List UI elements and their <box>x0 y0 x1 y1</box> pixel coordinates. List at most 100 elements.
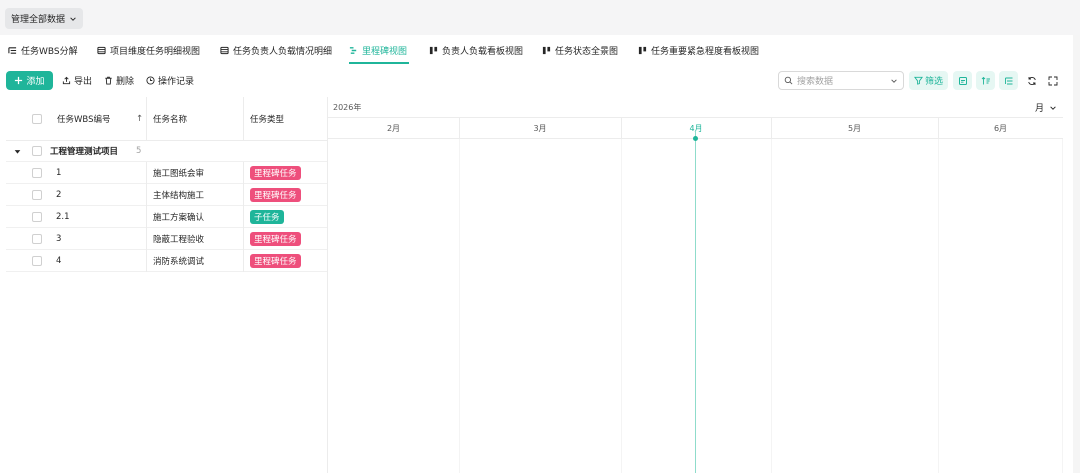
scale-select[interactable]: 月 <box>1035 100 1057 115</box>
plus-icon <box>15 76 23 85</box>
table-row[interactable]: 4 消防系统调试 里程碑任务 <box>6 250 327 272</box>
gridline <box>938 139 939 473</box>
divider <box>938 118 939 139</box>
select-all-checkbox[interactable] <box>32 113 42 124</box>
cell-wbs: 3 <box>56 233 62 244</box>
data-scope-select[interactable]: 管理全部数据 <box>5 8 84 29</box>
col-header-name[interactable]: 任务名称 <box>153 97 187 140</box>
tab-milestone[interactable]: 里程碑视图 <box>349 35 410 65</box>
top-bar: 管理全部数据 <box>0 0 1080 35</box>
toolbar: 添加 导出 删除 操作记录 搜索数据 筛选 <box>0 65 1080 97</box>
filter-icon <box>913 76 923 85</box>
gridline <box>459 139 460 473</box>
tab-project-detail[interactable]: 项目维度任务明细视图 <box>97 35 200 65</box>
row-checkbox[interactable] <box>32 211 42 222</box>
delete-button[interactable]: 删除 <box>104 71 134 90</box>
tab-label: 项目维度任务明细视图 <box>110 46 201 57</box>
group-count: 5 <box>136 146 142 156</box>
group-checkbox[interactable] <box>32 146 42 156</box>
refresh-button[interactable] <box>1022 71 1041 90</box>
add-button[interactable]: 添加 <box>6 71 53 90</box>
cell-name: 施工方案确认 <box>153 212 205 223</box>
filter-button[interactable]: 筛选 <box>909 71 948 90</box>
gantt-timeline: 2026年 月 2月 3月 4月 5月 6月 <box>328 97 1063 473</box>
tab-label: 任务WBS分解 <box>21 46 78 57</box>
vertical-scrollbar[interactable] <box>1073 35 1080 473</box>
row-checkbox[interactable] <box>32 189 42 200</box>
cell-name: 消防系统调试 <box>153 256 205 267</box>
group-row[interactable]: 工程管理测试项目 5 <box>6 141 327 162</box>
table-row[interactable]: 2 主体结构施工 里程碑任务 <box>6 184 327 206</box>
col-header-type[interactable]: 任务类型 <box>250 97 284 140</box>
col-header-wbs[interactable]: 任务WBS编号 <box>57 97 110 140</box>
history-label: 操作记录 <box>158 77 195 87</box>
table-row[interactable]: 3 隐蔽工程验收 里程碑任务 <box>6 228 327 250</box>
export-button[interactable]: 导出 <box>62 71 92 90</box>
group-button[interactable] <box>999 71 1018 90</box>
divider <box>771 118 772 139</box>
divider <box>243 162 244 272</box>
divider <box>621 118 622 139</box>
chevron-down-icon[interactable] <box>890 77 898 85</box>
tree-list-icon <box>8 46 17 54</box>
row-checkbox[interactable] <box>32 167 42 178</box>
fullscreen-icon <box>1048 76 1057 85</box>
gridline <box>771 139 772 473</box>
month-label: 5月 <box>847 124 862 133</box>
scale-label: 月 <box>1034 104 1044 114</box>
month-label: 3月 <box>533 124 547 133</box>
type-tag: 里程碑任务 <box>250 165 301 180</box>
tab-wbs[interactable]: 任务WBS分解 <box>8 35 78 65</box>
table-icon <box>220 46 229 54</box>
note-button[interactable] <box>953 71 972 90</box>
filter-label: 筛选 <box>924 77 943 87</box>
tab-owner-load[interactable]: 任务负责人负载情况明细 <box>220 35 332 65</box>
type-tag: 子任务 <box>250 209 284 224</box>
cell-wbs: 4 <box>56 255 62 266</box>
select-all-checkbox-cell[interactable] <box>32 97 42 140</box>
add-label: 添加 <box>26 77 45 87</box>
sort-button[interactable] <box>976 71 995 90</box>
tab-owner-kanban[interactable]: 负责人负载看板视图 <box>429 35 523 65</box>
today-marker-dot <box>693 136 698 141</box>
view-tabs: 任务WBS分解 项目维度任务明细视图 任务负责人负载情况明细 里程碑视图 负责人… <box>0 35 1080 65</box>
row-checkbox[interactable] <box>32 255 42 266</box>
data-scope-label: 管理全部数据 <box>11 15 66 25</box>
cell-wbs: 2 <box>56 189 62 200</box>
fullscreen-button[interactable] <box>1043 71 1062 90</box>
search-input[interactable]: 搜索数据 <box>778 71 904 90</box>
cell-name: 施工图纸会审 <box>153 168 205 179</box>
refresh-icon <box>1027 76 1036 85</box>
type-tag: 里程碑任务 <box>250 253 301 268</box>
divider <box>459 118 460 139</box>
clock-icon <box>146 76 155 85</box>
year-label: 2026年 <box>333 103 362 112</box>
gridline <box>621 139 622 473</box>
sort-asc-icon[interactable]: ↑ <box>136 97 143 140</box>
month-label: 2月 <box>386 124 401 133</box>
table-row[interactable]: 1 施工图纸会审 里程碑任务 <box>6 162 327 184</box>
group-icon <box>1004 77 1012 84</box>
sort-icon <box>981 76 990 84</box>
type-tag: 里程碑任务 <box>250 231 301 246</box>
tab-label: 负责人负载看板视图 <box>442 46 524 57</box>
group-name: 工程管理测试项目 <box>50 147 119 157</box>
tab-status-overview[interactable]: 任务状态全景图 <box>542 35 618 65</box>
history-button[interactable]: 操作记录 <box>146 71 194 90</box>
row-checkbox[interactable] <box>32 233 42 244</box>
divider <box>146 162 147 272</box>
chevron-down-icon <box>70 16 76 21</box>
kanban-icon <box>429 46 438 54</box>
cell-name: 主体结构施工 <box>153 190 205 201</box>
tab-label: 任务负责人负载情况明细 <box>233 46 333 57</box>
chevron-down-icon <box>1050 105 1056 110</box>
tab-label: 任务状态全景图 <box>555 46 619 57</box>
tab-label: 任务重要紧急程度看板视图 <box>651 46 760 57</box>
tab-label: 里程碑视图 <box>362 46 408 57</box>
tab-priority-kanban[interactable]: 任务重要紧急程度看板视图 <box>638 35 759 65</box>
table-row[interactable]: 2.1 施工方案确认 子任务 <box>6 206 327 228</box>
kanban-icon <box>638 46 647 54</box>
gantt-icon <box>349 46 357 54</box>
month-label: 6月 <box>993 124 1008 133</box>
caret-down-icon[interactable] <box>14 141 21 161</box>
